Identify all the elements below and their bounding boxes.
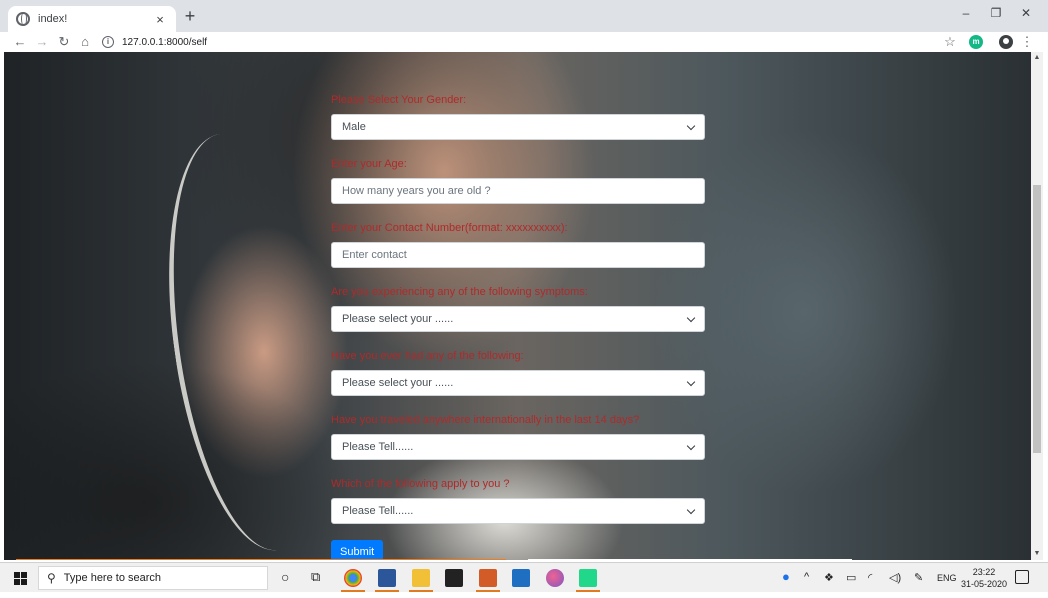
file-explorer-icon[interactable] [412, 569, 430, 587]
globe-icon [16, 12, 30, 26]
apply-select[interactable]: Please Tell...... [331, 498, 705, 524]
language-indicator[interactable]: ENG [937, 573, 957, 583]
task-view-icon[interactable]: ⧉ [311, 569, 320, 585]
apply-label: Which of the following apply to you ? [331, 478, 510, 490]
chevron-down-icon [686, 505, 696, 514]
travel-select[interactable]: Please Tell...... [331, 434, 705, 460]
word-active-indicator [375, 590, 399, 592]
chevron-down-icon [686, 121, 696, 130]
search-icon: ⚲ [47, 571, 56, 585]
pycharm-active-indicator [576, 590, 600, 592]
symptoms-select[interactable]: Please select your ...... [331, 306, 705, 332]
footer-bar-white [528, 559, 852, 560]
apply-select-value: Please Tell...... [342, 505, 414, 517]
history-select[interactable]: Please select your ...... [331, 370, 705, 396]
pycharm-icon[interactable] [579, 569, 597, 587]
tab-close-icon[interactable]: × [152, 12, 168, 27]
notification-center-icon[interactable] [1015, 570, 1029, 584]
page-viewport: Please Select Your Gender: Male Enter yo… [4, 52, 1031, 560]
photos-icon[interactable] [512, 569, 530, 587]
word-icon[interactable] [378, 569, 396, 587]
travel-select-value: Please Tell...... [342, 441, 414, 453]
back-arrow-icon[interactable]: ← [12, 33, 28, 51]
extension-icon[interactable]: m [969, 35, 983, 49]
pen-icon[interactable]: ✎ [914, 571, 923, 584]
self-assessment-form: Please Select Your Gender: Male Enter yo… [331, 92, 707, 560]
wifi-icon[interactable]: ◜ [868, 571, 872, 584]
site-info-icon[interactable]: i [102, 36, 114, 48]
history-select-value: Please select your ...... [342, 377, 454, 389]
chrome-icon[interactable] [344, 569, 362, 587]
chevron-down-icon [686, 313, 696, 322]
browser-tab-strip: index! × + – ❐ ✕ [0, 0, 1048, 32]
close-window-button[interactable]: ✕ [1016, 6, 1036, 20]
symptoms-select-value: Please select your ...... [342, 313, 454, 325]
forward-arrow-icon[interactable]: → [34, 33, 50, 51]
store-icon[interactable] [445, 569, 463, 587]
browser-tab[interactable]: index! × [8, 6, 176, 32]
contact-input-placeholder: Enter contact [342, 249, 407, 261]
taskbar-search-placeholder: Type here to search [63, 572, 162, 584]
maximize-button[interactable]: ❐ [986, 6, 1006, 20]
page-scrollbar[interactable]: ▲ ▼ [1031, 52, 1043, 560]
battery-icon[interactable]: ▭ [846, 571, 856, 584]
windows-taskbar: ⚲ Type here to search ○ ⧉ ● ^ ❖ ▭ ◜ ◁) ✎… [0, 562, 1048, 592]
address-bar[interactable]: i 127.0.0.1:8000/self [102, 32, 962, 52]
home-icon[interactable]: ⌂ [77, 33, 93, 51]
chevron-down-icon [686, 377, 696, 386]
taskbar-clock[interactable]: 23:22 31-05-2020 [960, 566, 1008, 590]
contact-label: Enter your Contact Number(format: xxxxxx… [331, 222, 568, 234]
contact-input[interactable]: Enter contact [331, 242, 705, 268]
symptoms-label: Are you experiencing any of the followin… [331, 286, 588, 298]
scrollbar-thumb[interactable] [1033, 185, 1041, 453]
windows-start-icon[interactable] [14, 572, 27, 585]
browser-app-icon[interactable] [546, 569, 564, 587]
url-text: 127.0.0.1:8000/self [122, 36, 208, 48]
dropbox-icon[interactable]: ❖ [824, 571, 834, 584]
reload-icon[interactable]: ↻ [56, 33, 72, 51]
scroll-down-icon[interactable]: ▼ [1033, 550, 1041, 557]
chrome-active-indicator [341, 590, 365, 592]
explorer-active-indicator [409, 590, 433, 592]
tab-title: index! [38, 13, 68, 25]
background-photo [145, 123, 353, 560]
app-active-indicator [476, 590, 500, 592]
history-label: Have you ever had any of the following: [331, 350, 524, 362]
browser-toolbar: ← → ↻ ⌂ i 127.0.0.1:8000/self ☆ ⋮ [0, 32, 1048, 52]
browser-menu-icon[interactable]: ⋮ [1020, 33, 1034, 51]
volume-icon[interactable]: ◁) [889, 571, 901, 584]
profile-avatar-icon[interactable] [999, 35, 1013, 49]
cortana-icon[interactable]: ○ [281, 569, 289, 585]
minimize-button[interactable]: – [956, 6, 976, 20]
footer-bar-orange [16, 559, 506, 560]
clock-time: 23:22 [972, 567, 996, 577]
submit-button[interactable]: Submit [331, 540, 384, 560]
app-orange-icon[interactable] [479, 569, 497, 587]
gender-select-value: Male [342, 121, 366, 133]
gender-label: Please Select Your Gender: [331, 94, 467, 106]
clock-date: 31-05-2020 [960, 579, 1008, 589]
gender-select[interactable]: Male [331, 114, 705, 140]
bookmark-star-icon[interactable]: ☆ [942, 33, 958, 51]
age-input[interactable]: How many years you are old ? [331, 178, 705, 204]
scroll-up-icon[interactable]: ▲ [1033, 54, 1041, 61]
chevron-up-icon[interactable]: ^ [804, 571, 809, 583]
taskbar-search-box[interactable]: ⚲ Type here to search [38, 566, 268, 590]
age-input-placeholder: How many years you are old ? [342, 185, 491, 197]
age-label: Enter your Age: [331, 158, 407, 170]
new-tab-button[interactable]: + [180, 6, 200, 26]
travel-label: Have you traveled anywhere international… [331, 414, 640, 426]
chevron-down-icon [686, 441, 696, 450]
help-icon[interactable]: ● [782, 569, 790, 584]
